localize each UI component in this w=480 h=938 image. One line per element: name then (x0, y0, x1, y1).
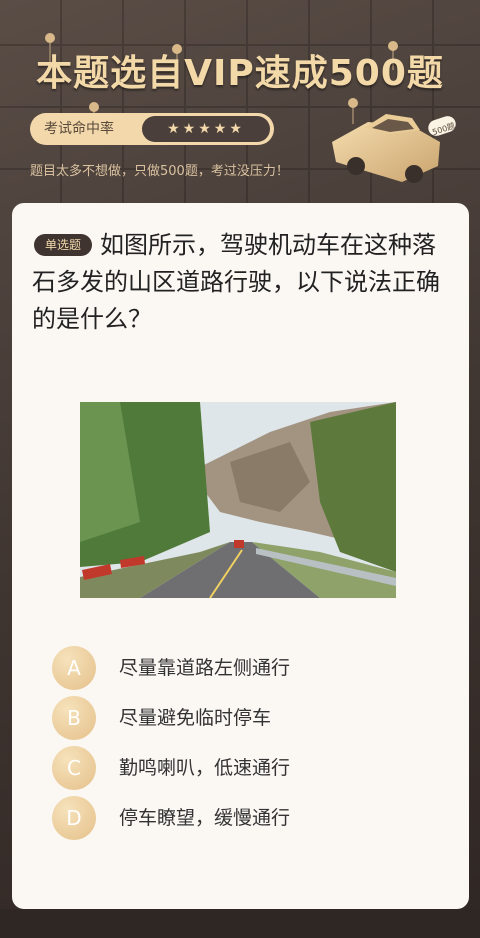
page-title: 本题选自VIP速成500题 (36, 53, 444, 94)
option-d-text: 停车瞭望，缓慢通行 (119, 807, 291, 829)
hit-rate-stars: ★★★★★ (142, 116, 270, 142)
option-b-letter: B (52, 696, 96, 740)
option-a-letter: A (52, 646, 96, 690)
bottom-band (0, 909, 480, 938)
hit-rate-label: 考试命中率 (44, 121, 114, 137)
mountain-road-illustration (80, 402, 396, 598)
car-illustration: 500题 (332, 114, 456, 183)
question-image[interactable] (80, 402, 396, 598)
hit-rate-badge: 考试命中率 ★★★★★ (30, 113, 274, 145)
option-d-letter: D (52, 796, 96, 840)
option-c-letter: C (52, 746, 96, 790)
decor-pin-dot (89, 102, 99, 112)
question-card: 单选题 如图所示，驾驶机动车在这种落石多发的山区道路行驶，以下说法正确的是什么？… (12, 203, 469, 909)
header-subtitle: 题目太多不想做，只做500题，考过没压力！ (30, 164, 289, 179)
option-b-text: 尽量避免临时停车 (119, 707, 272, 729)
decor-pin-dot (45, 33, 55, 43)
option-c-text: 勤鸣喇叭，低速通行 (119, 757, 291, 779)
question-text-content: 如图所示，驾驶机动车在这种落石多发的山区道路行驶，以下说法正确的是什么？ (32, 231, 440, 333)
option-a-text: 尽量靠道路左侧通行 (119, 657, 291, 679)
question-text: 如图所示，驾驶机动车在这种落石多发的山区道路行驶，以下说法正确的是什么？ (32, 227, 452, 338)
